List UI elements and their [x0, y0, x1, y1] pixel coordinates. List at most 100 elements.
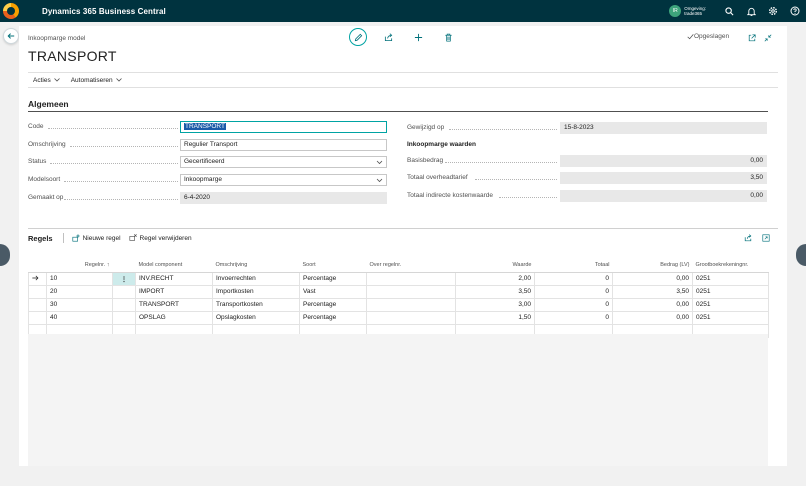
regelnr-cell[interactable]: 10	[46, 271, 113, 286]
waarde-cell[interactable]: 2,00	[455, 271, 535, 286]
soort-cell[interactable]: Percentage	[299, 271, 367, 286]
field-dots	[50, 163, 178, 164]
over-regelnr-cell[interactable]	[366, 271, 456, 286]
over-regelnr-cell[interactable]	[366, 310, 456, 325]
modelsoort-value: Inkoopmarge	[184, 176, 222, 183]
row-selector[interactable]	[28, 284, 47, 299]
model-component-cell[interactable]: INV.RECHT	[135, 271, 213, 286]
status-select[interactable]: Gecertificeerd	[180, 156, 387, 168]
regelnr-cell[interactable]: 30	[46, 297, 113, 312]
omschrijving-cell[interactable]: Importkosten	[212, 284, 300, 299]
row-selector[interactable]	[28, 297, 47, 312]
environment-info[interactable]: Omgeving: trade365	[684, 6, 706, 17]
grootboek-cell[interactable]: 0251	[692, 271, 769, 286]
col-omschrijving[interactable]: Omschrijving	[212, 258, 300, 273]
popout-icon[interactable]	[745, 31, 759, 45]
grootboek-cell[interactable]: 0251	[692, 297, 769, 312]
share-button[interactable]	[379, 28, 397, 46]
app-logo-icon[interactable]	[0, 0, 22, 22]
col-totaal[interactable]: Totaal	[534, 258, 613, 273]
field-dots	[48, 128, 178, 129]
acties-menu[interactable]: Acties	[33, 77, 60, 84]
gear-icon[interactable]	[762, 0, 784, 22]
grootboek-cell[interactable]: 0251	[692, 310, 769, 325]
soort-cell[interactable]: Vast	[299, 284, 367, 299]
over-regelnr-cell[interactable]	[366, 284, 456, 299]
saved-status: Opgeslagen	[687, 33, 729, 40]
expand-icon[interactable]	[759, 232, 773, 244]
indirect-label: Totaal indirecte kostenwaarde	[407, 192, 493, 199]
row-menu-cell[interactable]	[112, 310, 136, 325]
delete-button[interactable]	[439, 28, 457, 46]
omschrijving-input[interactable]: Regulier Transport	[180, 139, 387, 151]
col-bedrag-lv[interactable]: Bedrag (LV)	[612, 258, 693, 273]
collapse-icon[interactable]	[761, 31, 775, 45]
row-actions-icon[interactable]: ⋮	[112, 271, 136, 286]
regels-right-icons	[737, 232, 773, 244]
new-line-button[interactable]: Nieuwe regel	[72, 234, 121, 242]
waarde-cell[interactable]: 3,50	[455, 284, 535, 299]
field-dots	[449, 129, 557, 130]
inkoopmarge-waarden-heading: Inkoopmarge waarden	[407, 141, 476, 148]
edit-button[interactable]	[349, 28, 367, 46]
col-model-component[interactable]: Model component	[135, 258, 213, 273]
environment-avatar-icon[interactable]: IR	[669, 5, 682, 17]
model-component-cell[interactable]: IMPORT	[135, 284, 213, 299]
row-selector[interactable]	[28, 310, 47, 325]
search-icon[interactable]	[718, 0, 740, 22]
page-title: TRANSPORT	[28, 48, 117, 64]
row-menu-cell[interactable]	[112, 284, 136, 299]
new-button[interactable]	[409, 28, 427, 46]
col-grootboekrekeningnr[interactable]: Grootboekrekeningnr.	[692, 258, 769, 273]
regels-divider	[28, 228, 778, 229]
delete-line-button[interactable]: Regel verwijderen	[129, 234, 192, 242]
help-icon[interactable]	[784, 0, 806, 22]
soort-cell[interactable]: Percentage	[299, 297, 367, 312]
header-actions	[349, 28, 469, 46]
table-row[interactable]: 40 OPSLAG Opslagkosten Percentage 1,50 0…	[28, 310, 769, 325]
soort-cell[interactable]: Percentage	[299, 310, 367, 325]
totaal-cell: 0	[534, 271, 613, 286]
bell-icon[interactable]	[740, 0, 762, 22]
col-soort[interactable]: Soort	[299, 258, 367, 273]
model-component-cell[interactable]: TRANSPORT	[135, 297, 213, 312]
table-row[interactable]: 30 TRANSPORT Transportkosten Percentage …	[28, 297, 769, 312]
overhead-value: 3,50	[560, 172, 767, 184]
regelnr-cell[interactable]: 20	[46, 284, 113, 299]
col-selector	[28, 258, 47, 273]
omschrijving-cell[interactable]: Invoerrechten	[212, 271, 300, 286]
share-icon[interactable]	[741, 232, 755, 244]
automatiseren-menu[interactable]: Automatiseren	[71, 77, 122, 84]
modelsoort-select[interactable]: Inkoopmarge	[180, 174, 387, 186]
col-waarde[interactable]: Waarde	[455, 258, 535, 273]
over-regelnr-cell[interactable]	[366, 297, 456, 312]
regelnr-cell[interactable]: 40	[46, 310, 113, 325]
scroll-left-handle[interactable]	[0, 244, 10, 266]
table-row[interactable]: 10 ⋮ INV.RECHT Invoerrechten Percentage …	[28, 271, 769, 286]
action-bar: Acties Automatiseren	[28, 72, 778, 88]
grootboek-cell[interactable]: 0251	[692, 284, 769, 299]
omschrijving-cell[interactable]: Opslagkosten	[212, 310, 300, 325]
section-title-algemeen[interactable]: Algemeen	[28, 99, 69, 109]
omschrijving-cell[interactable]: Transportkosten	[212, 297, 300, 312]
top-bar: Dynamics 365 Business Central IR Omgevin…	[0, 0, 806, 22]
code-input[interactable]: TRANSPORT	[180, 121, 387, 133]
back-button[interactable]	[3, 28, 19, 44]
waarde-cell[interactable]: 1,50	[455, 310, 535, 325]
bedrag-cell: 0,00	[612, 310, 693, 325]
code-label: Code	[28, 123, 44, 130]
totaal-cell: 0	[534, 310, 613, 325]
app-title[interactable]: Dynamics 365 Business Central	[42, 7, 166, 16]
field-dots	[64, 181, 178, 182]
table-row[interactable]: 20 IMPORT Importkosten Vast 3,50 0 3,50 …	[28, 284, 769, 299]
code-value: TRANSPORT	[184, 123, 226, 130]
col-regelnr[interactable]: Regelnr. ↑	[46, 258, 113, 273]
scroll-right-handle[interactable]	[796, 244, 806, 266]
bedrag-cell: 0,00	[612, 271, 693, 286]
waarde-cell[interactable]: 3,00	[455, 297, 535, 312]
field-indirecte-kostenwaarde: Totaal indirecte kostenwaarde 0,00	[407, 190, 769, 202]
regels-title[interactable]: Regels	[28, 234, 53, 243]
col-over-regelnr[interactable]: Over regelnr.	[366, 258, 456, 273]
row-menu-cell[interactable]	[112, 297, 136, 312]
model-component-cell[interactable]: OPSLAG	[135, 310, 213, 325]
